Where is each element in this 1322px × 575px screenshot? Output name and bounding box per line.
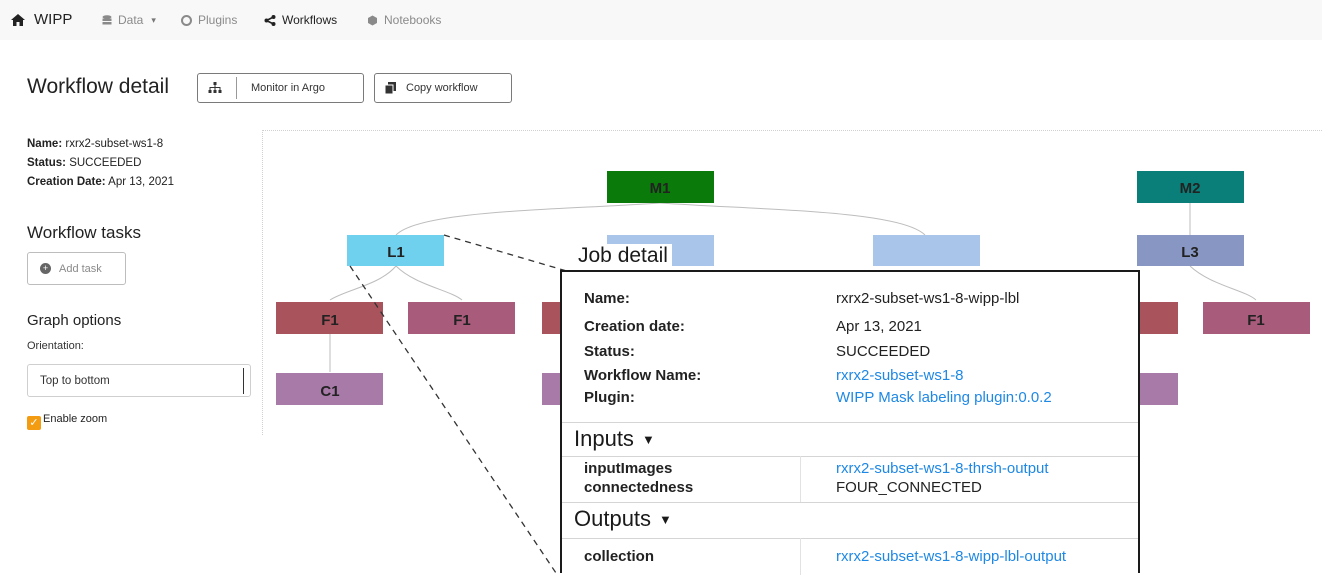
- node-l1[interactable]: L1: [347, 235, 444, 266]
- divider: [562, 538, 1138, 539]
- node-c1-label: C1: [320, 383, 339, 400]
- job-workflow-link[interactable]: rxrx2-subset-ws1-8: [836, 367, 964, 384]
- node-l3[interactable]: L3: [1137, 235, 1244, 266]
- graph-edge: [395, 265, 463, 301]
- input-value-link[interactable]: rxrx2-subset-ws1-8-thrsh-output: [836, 460, 1049, 477]
- node-l3-label: L3: [1181, 244, 1199, 261]
- divider: [562, 422, 1138, 423]
- callout-line: [443, 234, 571, 273]
- inputs-toggle[interactable]: Inputs ▼: [574, 426, 655, 452]
- node-m1-label: M1: [650, 180, 671, 197]
- job-status-label: Status:: [584, 343, 635, 360]
- input-key: connectedness: [584, 479, 694, 496]
- job-workflow-label: Workflow Name:: [584, 367, 702, 384]
- input-key: inputImages: [584, 460, 673, 477]
- inputs-title: Inputs: [574, 426, 634, 451]
- node-f1-a-label: F1: [321, 312, 339, 329]
- outputs-toggle[interactable]: Outputs ▼: [574, 506, 672, 532]
- output-value-link[interactable]: rxrx2-subset-ws1-8-wipp-lbl-output: [836, 548, 1066, 565]
- graph-edge: [395, 202, 661, 236]
- node-f1-c[interactable]: F1: [1203, 302, 1310, 334]
- job-name-value: rxrx2-subset-ws1-8-wipp-lbl: [836, 290, 1020, 307]
- job-name-label: Name:: [584, 290, 630, 307]
- graph-edge: [329, 265, 397, 301]
- job-plugin-link[interactable]: WIPP Mask labeling plugin:0.0.2: [836, 389, 1052, 406]
- node-l1-label: L1: [387, 244, 405, 261]
- caret-down-icon: ▼: [641, 431, 655, 447]
- column-divider: [800, 456, 801, 502]
- job-status-value: SUCCEEDED: [836, 343, 931, 360]
- node-m2[interactable]: M2: [1137, 171, 1244, 203]
- divider: [562, 502, 1138, 503]
- node-f1-a[interactable]: F1: [276, 302, 383, 334]
- node-m2-label: M2: [1180, 180, 1201, 197]
- job-detail-title: Job detail: [574, 244, 672, 268]
- input-value: FOUR_CONNECTED: [836, 479, 982, 496]
- caret-down-icon: ▼: [659, 511, 672, 527]
- graph-edge: [659, 202, 926, 236]
- job-date-label: Creation date:: [584, 318, 685, 335]
- node-c1[interactable]: C1: [276, 373, 383, 405]
- node-f1-b[interactable]: F1: [408, 302, 515, 334]
- job-date-value: Apr 13, 2021: [836, 318, 922, 335]
- node-l2b[interactable]: [873, 235, 980, 266]
- graph-edge: [1189, 265, 1257, 301]
- node-f1-b-label: F1: [453, 312, 471, 329]
- node-f1-c-label: F1: [1247, 312, 1265, 329]
- node-m1[interactable]: M1: [607, 171, 714, 203]
- column-divider: [800, 538, 801, 575]
- divider: [562, 456, 1138, 457]
- output-key: collection: [584, 548, 655, 565]
- job-plugin-label: Plugin:: [584, 389, 635, 406]
- outputs-title: Outputs: [574, 506, 652, 531]
- job-detail-panel: Name: rxrx2-subset-ws1-8-wipp-lbl Creati…: [560, 270, 1140, 575]
